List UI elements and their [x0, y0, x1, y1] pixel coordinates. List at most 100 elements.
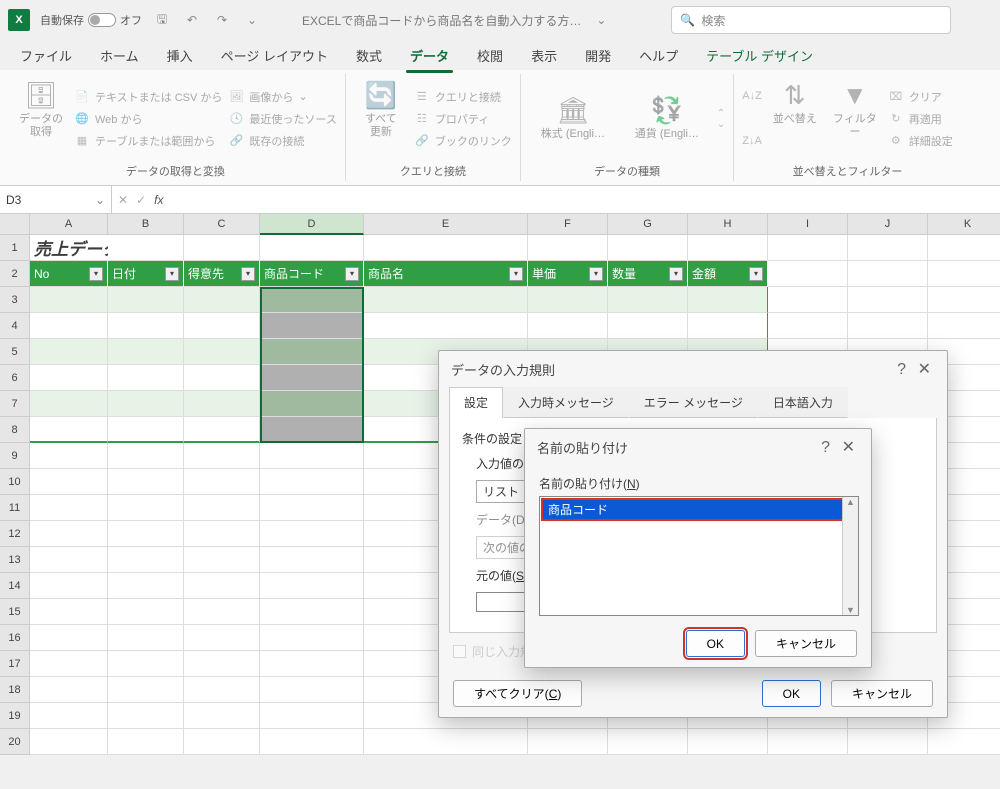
from-text-csv[interactable]: 📄テキストまたは CSV から — [74, 89, 222, 105]
scrollbar-vertical[interactable]: ▲▼ — [842, 497, 858, 615]
cell-r11-cA[interactable] — [30, 495, 108, 521]
cell-r7-cD[interactable] — [260, 391, 364, 417]
from-web[interactable]: 🌐Web から — [74, 111, 222, 127]
data-types-more[interactable]: ⌃⌄ — [717, 108, 725, 130]
cell-r8-cA[interactable] — [30, 417, 108, 443]
cell-r2-cI[interactable] — [768, 261, 848, 287]
col-header-H[interactable]: H — [688, 214, 768, 235]
tab-table-design[interactable]: テーブル デザイン — [694, 41, 825, 70]
cell-r2-cJ[interactable] — [848, 261, 928, 287]
col-header-E[interactable]: E — [364, 214, 528, 235]
row-header-16[interactable]: 16 — [0, 625, 30, 651]
filter-button[interactable]: ▼ フィルター — [828, 76, 882, 161]
cell-r2-cE[interactable]: 商品名▾ — [364, 261, 528, 287]
col-header-A[interactable]: A — [30, 214, 108, 235]
cell-r6-cD[interactable] — [260, 365, 364, 391]
toggle-switch-icon[interactable] — [88, 13, 116, 27]
get-data-button[interactable]: 🗄 データの 取得 — [14, 76, 68, 161]
cell-r20-cE[interactable] — [364, 729, 528, 755]
cell-r20-cJ[interactable] — [848, 729, 928, 755]
cell-r2-cH[interactable]: 金額▾ — [688, 261, 768, 287]
cell-r20-cH[interactable] — [688, 729, 768, 755]
tab-help[interactable]: ヘルプ — [627, 41, 690, 70]
tab-home[interactable]: ホーム — [88, 41, 151, 70]
stocks-button[interactable]: 🏛 株式 (Engli… — [529, 91, 617, 145]
cell-r10-cB[interactable] — [108, 469, 184, 495]
col-header-G[interactable]: G — [608, 214, 688, 235]
cell-r1-cC[interactable] — [184, 235, 260, 261]
cell-r4-cG[interactable] — [608, 313, 688, 339]
cell-r13-cB[interactable] — [108, 547, 184, 573]
cell-r7-cB[interactable] — [108, 391, 184, 417]
cell-r4-cC[interactable] — [184, 313, 260, 339]
cell-r8-cD[interactable] — [260, 417, 364, 443]
cell-r11-cB[interactable] — [108, 495, 184, 521]
tab-file[interactable]: ファイル — [8, 41, 84, 70]
cell-r16-cB[interactable] — [108, 625, 184, 651]
cell-r3-cB[interactable] — [108, 287, 184, 313]
close-icon[interactable]: ✕ — [914, 361, 935, 378]
from-table-range[interactable]: ▦テーブルまたは範囲から — [74, 133, 222, 149]
cell-r7-cA[interactable] — [30, 391, 108, 417]
select-all-corner[interactable] — [0, 214, 30, 235]
clear-filter[interactable]: ⌧クリア — [888, 89, 953, 105]
redo-icon[interactable]: ↷ — [212, 10, 232, 30]
cell-r3-cF[interactable] — [528, 287, 608, 313]
row-header-2[interactable]: 2 — [0, 261, 30, 287]
cell-r15-cA[interactable] — [30, 599, 108, 625]
cell-r18-cD[interactable] — [260, 677, 364, 703]
cell-r13-cD[interactable] — [260, 547, 364, 573]
tab-error-alert[interactable]: エラー メッセージ — [629, 387, 758, 418]
cell-r2-cG[interactable]: 数量▾ — [608, 261, 688, 287]
cell-r19-cD[interactable] — [260, 703, 364, 729]
tab-view[interactable]: 表示 — [519, 41, 569, 70]
cell-r1-cB[interactable] — [108, 235, 184, 261]
filter-dropdown-icon[interactable]: ▾ — [669, 267, 683, 281]
name-box[interactable]: D3 ⌄ — [0, 186, 112, 213]
refresh-all-button[interactable]: 🔄 すべて 更新 — [354, 76, 408, 161]
cell-r1-cG[interactable] — [608, 235, 688, 261]
cell-r14-cA[interactable] — [30, 573, 108, 599]
cell-r3-cE[interactable] — [364, 287, 528, 313]
cell-r7-cC[interactable] — [184, 391, 260, 417]
tab-review[interactable]: 校閲 — [465, 41, 515, 70]
cell-r20-cG[interactable] — [608, 729, 688, 755]
cell-r11-cD[interactable] — [260, 495, 364, 521]
name-item-product-code[interactable]: 商品コード — [542, 499, 856, 520]
col-header-D[interactable]: D — [260, 214, 364, 235]
tab-formulas[interactable]: 数式 — [344, 41, 394, 70]
workbook-links[interactable]: 🔗ブックのリンク — [414, 133, 512, 149]
qat-more-icon[interactable]: ⌄ — [242, 10, 262, 30]
cell-r5-cC[interactable] — [184, 339, 260, 365]
cell-r12-cD[interactable] — [260, 521, 364, 547]
cell-r2-cC[interactable]: 得意先▾ — [184, 261, 260, 287]
cell-r12-cA[interactable] — [30, 521, 108, 547]
row-header-10[interactable]: 10 — [0, 469, 30, 495]
row-header-15[interactable]: 15 — [0, 599, 30, 625]
cell-r18-cC[interactable] — [184, 677, 260, 703]
tab-developer[interactable]: 開発 — [573, 41, 623, 70]
properties[interactable]: ☷プロパティ — [414, 111, 512, 127]
filter-dropdown-icon[interactable]: ▾ — [165, 267, 179, 281]
cell-r3-cK[interactable] — [928, 287, 1000, 313]
cell-r10-cA[interactable] — [30, 469, 108, 495]
cell-r2-cD[interactable]: 商品コード▾ — [260, 261, 364, 287]
cell-r3-cH[interactable] — [688, 287, 768, 313]
cell-r20-cC[interactable] — [184, 729, 260, 755]
cell-r20-cF[interactable] — [528, 729, 608, 755]
search-box[interactable]: 🔍 検索 — [671, 6, 951, 34]
cell-r13-cC[interactable] — [184, 547, 260, 573]
cell-r3-cJ[interactable] — [848, 287, 928, 313]
cell-r17-cA[interactable] — [30, 651, 108, 677]
cell-r4-cK[interactable] — [928, 313, 1000, 339]
cell-r18-cA[interactable] — [30, 677, 108, 703]
cell-r15-cC[interactable] — [184, 599, 260, 625]
cell-r4-cB[interactable] — [108, 313, 184, 339]
col-header-J[interactable]: J — [848, 214, 928, 235]
filter-dropdown-icon[interactable]: ▾ — [89, 267, 103, 281]
tab-data[interactable]: データ — [398, 41, 461, 70]
cell-r3-cD[interactable] — [260, 287, 364, 313]
row-header-18[interactable]: 18 — [0, 677, 30, 703]
row-header-14[interactable]: 14 — [0, 573, 30, 599]
cell-r19-cC[interactable] — [184, 703, 260, 729]
